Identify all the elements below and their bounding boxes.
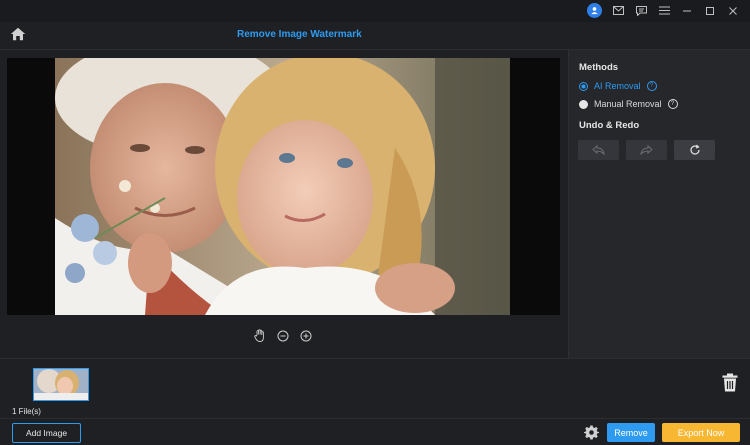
methods-title: Methods: [579, 62, 619, 73]
close-icon[interactable]: [726, 4, 740, 18]
image-thumbnail[interactable]: [33, 368, 89, 401]
undo-icon: [592, 145, 605, 155]
edited-image[interactable]: [55, 58, 510, 315]
refresh-icon: [689, 144, 700, 155]
undo-redo-title: Undo & Redo: [579, 120, 640, 131]
help-icon[interactable]: ?: [646, 81, 657, 91]
method-ai-removal[interactable]: AI Removal ?: [579, 81, 657, 91]
app-header: Remove Image Watermark: [0, 22, 750, 50]
title-bar: [0, 0, 750, 22]
page-title: Remove Image Watermark: [237, 29, 362, 40]
window-controls: [587, 3, 740, 18]
mail-icon[interactable]: [611, 4, 625, 18]
redo-icon: [640, 145, 653, 155]
redo-button[interactable]: [626, 140, 667, 160]
export-now-button[interactable]: Export Now: [662, 423, 740, 442]
method-label: Manual Removal: [594, 99, 662, 109]
gear-icon[interactable]: [584, 425, 599, 440]
radio-unselected-icon[interactable]: [579, 99, 588, 109]
remove-button[interactable]: Remove: [607, 423, 655, 442]
home-icon[interactable]: [10, 27, 26, 43]
help-icon[interactable]: ?: [667, 99, 678, 109]
zoom-out-icon[interactable]: [276, 329, 289, 342]
user-avatar-icon[interactable]: [587, 3, 602, 18]
zoom-in-icon[interactable]: [299, 329, 312, 342]
footer-divider: [0, 418, 750, 419]
menu-icon[interactable]: [657, 4, 671, 18]
maximize-icon[interactable]: [703, 4, 717, 18]
trash-icon[interactable]: [722, 373, 738, 392]
hand-icon[interactable]: [253, 329, 266, 342]
undo-button[interactable]: [578, 140, 619, 160]
minimize-icon[interactable]: [680, 4, 694, 18]
radio-selected-icon[interactable]: [579, 81, 588, 91]
method-manual-removal[interactable]: Manual Removal ?: [579, 99, 678, 109]
reset-button[interactable]: [674, 140, 715, 160]
file-count: 1 File(s): [12, 407, 41, 416]
canvas-toolbar: [253, 329, 312, 342]
add-image-button[interactable]: Add Image: [12, 423, 81, 443]
feedback-icon[interactable]: [634, 4, 648, 18]
method-label: AI Removal: [594, 81, 641, 91]
settings-panel: Methods AI Removal ? Manual Removal ? Un…: [568, 50, 750, 358]
